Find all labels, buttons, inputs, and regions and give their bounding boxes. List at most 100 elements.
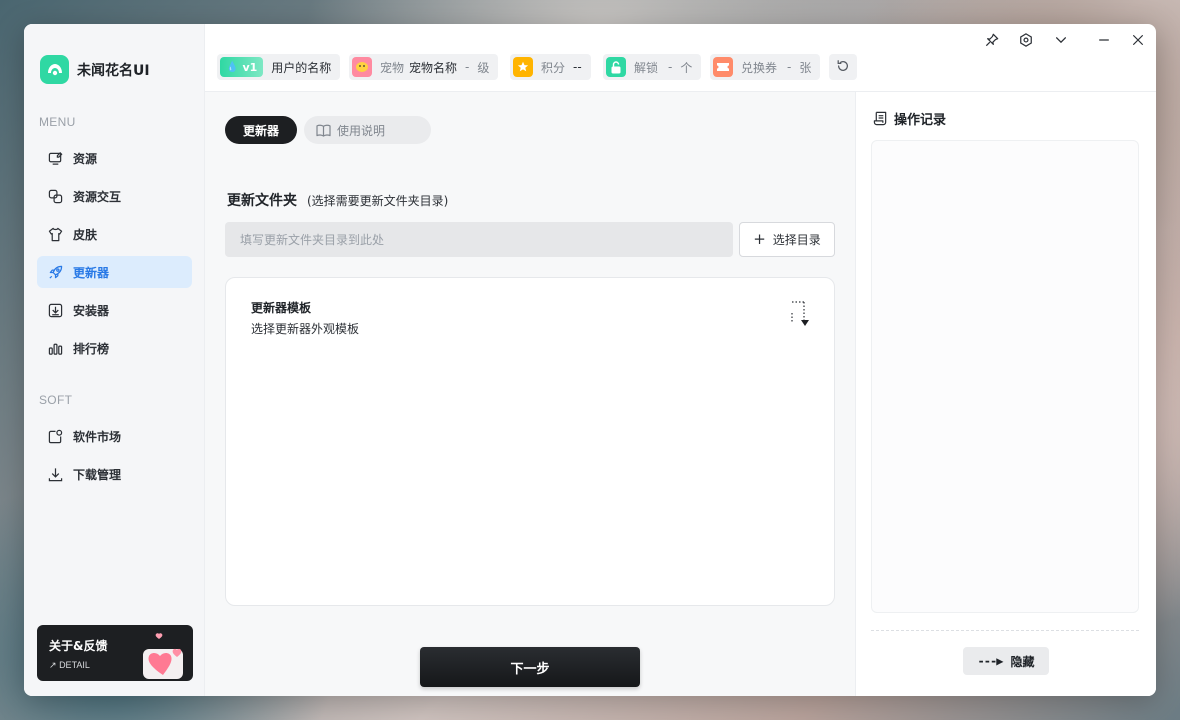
- sidebar-item-installer[interactable]: 安装器: [37, 294, 192, 326]
- sidebar-item-label: 资源交互: [73, 189, 122, 204]
- pet-icon: [352, 57, 372, 77]
- app-store-icon: [47, 428, 63, 444]
- star-icon: [513, 57, 533, 77]
- arrow-up-right-icon: ↗: [49, 660, 57, 670]
- sidebar-item-leaderboard[interactable]: 排行榜: [37, 332, 192, 364]
- pet-label: 宠物: [380, 60, 405, 75]
- tab-updater[interactable]: 更新器: [225, 116, 297, 144]
- unlock-unit: 个: [680, 60, 693, 75]
- coupon-value: -: [787, 60, 792, 74]
- updater-template-card: 更新器模板 选择更新器外观模板: [225, 277, 835, 606]
- tab-instructions[interactable]: 使用说明: [304, 116, 431, 144]
- pin-icon: [985, 32, 999, 51]
- bar-chart-icon: [47, 340, 63, 356]
- next-step-button[interactable]: 下一步: [420, 647, 640, 687]
- sidebar-item-label: 安装器: [73, 303, 110, 318]
- download-box-icon: [47, 302, 63, 318]
- pet-name: 宠物名称: [409, 60, 458, 75]
- dropdown-button[interactable]: [1050, 30, 1072, 52]
- download-icon: [47, 466, 63, 482]
- unlock-chip[interactable]: 解锁 - 个: [603, 54, 702, 80]
- sidebar-item-resources[interactable]: 资源: [37, 142, 192, 174]
- coupon-chip[interactable]: 兑换券 - 张: [710, 54, 821, 80]
- gear-icon: [1019, 32, 1033, 51]
- sidebar: 未闻花名UI MENU 资源 资源交互 皮肤 更新器 安装器 排行榜 SOFT …: [24, 24, 205, 696]
- divider: [871, 630, 1139, 631]
- pin-button[interactable]: [981, 30, 1003, 52]
- pet-chip[interactable]: 宠物 宠物名称 - 级: [349, 54, 499, 80]
- rocket-icon: [47, 264, 63, 280]
- plus-icon: +: [753, 230, 766, 248]
- user-name: 用户的名称: [271, 60, 332, 75]
- shirt-icon: [47, 226, 63, 242]
- sidebar-item-download-manager[interactable]: 下载管理: [37, 458, 192, 490]
- sidebar-item-label: 排行榜: [73, 341, 110, 356]
- about-title: 关于&反馈: [49, 639, 108, 653]
- hide-log-label: 隐藏: [1010, 654, 1035, 669]
- app-logo-icon: [40, 55, 69, 84]
- app-window: 未闻花名UI MENU 资源 资源交互 皮肤 更新器 安装器 排行榜 SOFT …: [24, 24, 1156, 696]
- pet-level-value: -: [465, 60, 470, 74]
- sidebar-item-label: 更新器: [73, 265, 110, 280]
- close-icon: [1131, 32, 1145, 51]
- refresh-icon: [836, 58, 850, 77]
- edit-screen-icon: [47, 150, 63, 166]
- app-title: 未闻花名UI: [77, 62, 150, 79]
- dotted-expand-icon: [788, 301, 812, 330]
- operation-log-heading: 操作记录: [873, 109, 946, 128]
- select-directory-label: 选择目录: [772, 233, 821, 247]
- close-button[interactable]: [1127, 30, 1149, 52]
- chevron-down-icon: [1054, 32, 1068, 51]
- menu-section-label: MENU: [39, 115, 76, 129]
- user-level: v1: [242, 60, 258, 74]
- top-bar: 💧 v1 用户的名称 宠物 宠物名称 - 级 积分 -- 解锁 - 个 兑换券 …: [205, 24, 1156, 92]
- sidebar-item-label: 资源: [73, 151, 98, 166]
- user-chip[interactable]: 💧 v1 用户的名称: [217, 54, 341, 80]
- template-description: 选择更新器外观模板: [251, 322, 360, 336]
- select-directory-button[interactable]: + 选择目录: [739, 222, 835, 257]
- sidebar-item-software-market[interactable]: 软件市场: [37, 420, 192, 452]
- minimize-icon: [1097, 32, 1111, 51]
- soft-section-label: SOFT: [39, 393, 73, 407]
- pet-level-unit: 级: [477, 60, 490, 75]
- update-folder-hint: (选择需要更新文件夹目录): [307, 194, 449, 208]
- user-level-badge: 💧 v1: [220, 57, 264, 77]
- drop-icon: 💧: [226, 61, 239, 73]
- points-chip[interactable]: 积分 --: [510, 54, 591, 80]
- hearts-illustration-icon: [143, 633, 183, 679]
- minimize-button[interactable]: [1093, 30, 1115, 52]
- about-detail-label: DETAIL: [59, 660, 90, 670]
- operation-log-list[interactable]: [871, 140, 1139, 613]
- settings-button[interactable]: [1015, 30, 1037, 52]
- points-value: --: [573, 60, 582, 74]
- about-feedback-card[interactable]: 关于&反馈 ↗ DETAIL: [37, 625, 193, 681]
- sidebar-item-resource-interaction[interactable]: 资源交互: [37, 180, 192, 212]
- coupon-unit: 张: [799, 60, 812, 75]
- sidebar-item-skin[interactable]: 皮肤: [37, 218, 192, 250]
- ticket-icon: [713, 57, 733, 77]
- unlock-label: 解锁: [634, 60, 659, 75]
- about-detail-link[interactable]: ↗ DETAIL: [49, 660, 90, 671]
- template-title: 更新器模板: [251, 301, 312, 315]
- sidebar-item-label: 皮肤: [73, 227, 98, 242]
- sidebar-item-label: 下载管理: [73, 467, 122, 482]
- sidebar-item-label: 软件市场: [73, 429, 122, 444]
- brand: 未闻花名UI: [40, 55, 150, 84]
- hide-log-button[interactable]: ---▶ 隐藏: [963, 647, 1049, 675]
- operation-log-title: 操作记录: [894, 113, 947, 128]
- unlock-value: -: [668, 60, 673, 74]
- update-folder-title: 更新文件夹: [227, 193, 297, 209]
- scroll-log-icon: [873, 111, 888, 126]
- sidebar-item-updater[interactable]: 更新器: [37, 256, 192, 288]
- template-expand-toggle[interactable]: [788, 300, 812, 326]
- main-content: 更新器 使用说明 更新文件夹 (选择需要更新文件夹目录) + 选择目录 更新器模板…: [205, 92, 855, 696]
- unlock-icon: [606, 57, 626, 77]
- book-icon: [316, 124, 331, 137]
- operation-log-panel: 操作记录 ---▶ 隐藏: [855, 92, 1156, 696]
- folder-path-input[interactable]: [225, 222, 733, 257]
- copy-icon: [47, 188, 63, 204]
- arrow-right-icon: ---▶: [977, 654, 1004, 668]
- refresh-button[interactable]: [829, 54, 857, 80]
- points-label: 积分: [541, 60, 566, 75]
- tab-instructions-label: 使用说明: [337, 123, 386, 138]
